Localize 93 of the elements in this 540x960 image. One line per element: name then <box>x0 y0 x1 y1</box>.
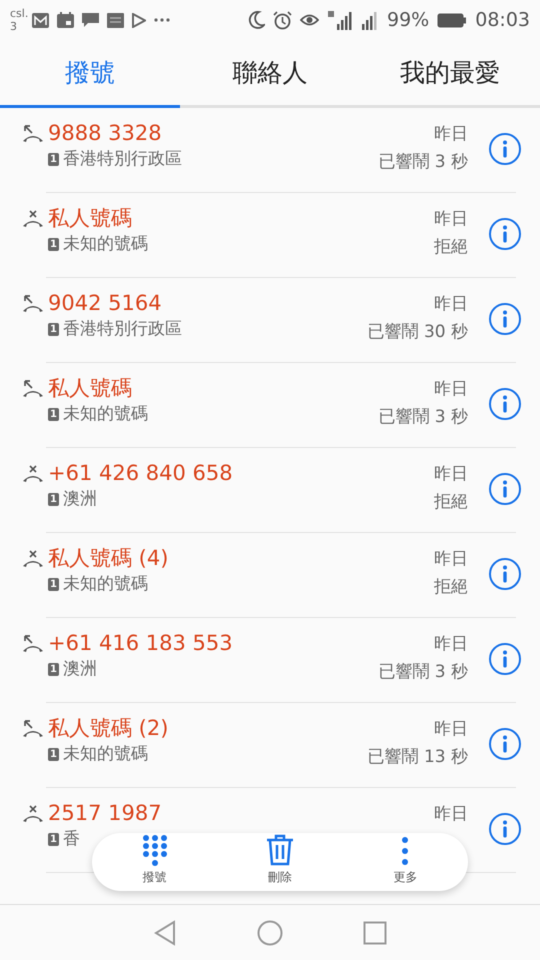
sim-badge: 1 <box>48 832 59 846</box>
sim-badge: 1 <box>48 662 59 676</box>
rejected-call-icon <box>22 210 44 228</box>
info-icon[interactable] <box>488 387 522 421</box>
info-icon[interactable] <box>488 727 522 761</box>
caller-name: +61 416 183 553 <box>48 630 233 656</box>
delete-button[interactable]: 刪除 <box>217 833 343 891</box>
caller-name: 2517 1987 <box>48 800 162 826</box>
tab[interactable]: 聯絡人 <box>180 40 360 108</box>
call-detail: 已響鬧 3 秒 <box>378 661 468 684</box>
caller-location: 澳洲 <box>63 488 97 511</box>
caller-name: 9042 5164 <box>48 290 163 316</box>
tab[interactable]: 撥號 <box>0 40 180 108</box>
call-time: 昨日 <box>433 378 468 401</box>
sim-badge: 1 <box>48 408 59 420</box>
recents-button[interactable] <box>363 920 387 945</box>
caller-location: 香港特別行政區 <box>63 318 182 341</box>
call-detail: 已響鬧 30 秒 <box>368 321 468 344</box>
caller-location: 澳洲 <box>63 658 97 681</box>
trash-icon <box>266 834 294 866</box>
play-store-icon <box>132 12 146 28</box>
home-button[interactable] <box>257 920 283 946</box>
call-detail: 已響鬧 13 秒 <box>368 746 468 769</box>
sim-badge: 1 <box>48 238 59 250</box>
caller-location: 香 <box>63 828 80 851</box>
signal-icon <box>361 10 379 30</box>
alarm-icon <box>273 10 292 30</box>
more-button[interactable]: 更多 <box>342 833 468 891</box>
info-icon[interactable] <box>488 472 522 506</box>
signal-icon <box>327 10 353 30</box>
info-icon[interactable] <box>488 132 522 166</box>
sim-badge: 1 <box>48 152 59 166</box>
message-icon <box>82 12 100 28</box>
more-icon <box>401 836 410 866</box>
news-app-icon <box>107 12 124 28</box>
caller-location: 未知的號碼 <box>63 233 148 256</box>
call-time: 昨日 <box>433 123 468 146</box>
rejected-call-icon <box>22 550 44 568</box>
caller-name: 私人號碼 <box>48 375 133 401</box>
call-time: 昨日 <box>433 718 468 741</box>
home-icon <box>257 920 283 946</box>
moon-icon <box>248 11 265 29</box>
caller-name: 私人號碼 (4) <box>48 545 168 571</box>
caller-name: +61 426 840 658 <box>48 460 233 486</box>
missed-call-icon <box>22 380 44 398</box>
call-detail: 拒絕 <box>434 576 468 599</box>
calendar-icon <box>57 12 74 28</box>
caller-location: 未知的號碼 <box>63 743 148 766</box>
battery-percent: 99% <box>387 8 430 33</box>
call-detail: 拒絕 <box>434 491 468 514</box>
info-icon[interactable] <box>488 812 522 846</box>
carrier-text: 3 <box>10 20 18 33</box>
sim-badge: 1 <box>48 492 59 506</box>
carrier-text: csl. <box>10 7 28 20</box>
caller-name: 私人號碼 (2) <box>48 715 168 741</box>
eye-icon <box>300 13 319 27</box>
back-icon <box>153 920 177 946</box>
recents-icon <box>363 920 387 945</box>
caller-location: 未知的號碼 <box>63 573 148 596</box>
call-detail: 已響鬧 3 秒 <box>378 406 468 429</box>
tab[interactable]: 我的最愛 <box>360 40 540 108</box>
sim-badge: 1 <box>48 322 59 336</box>
caller-location: 未知的號碼 <box>63 403 148 426</box>
missed-call-icon <box>22 720 44 738</box>
info-icon[interactable] <box>488 217 522 251</box>
call-time: 昨日 <box>433 633 468 656</box>
missed-call-icon <box>22 295 44 313</box>
more-notifications-icon <box>154 18 170 22</box>
missed-call-icon <box>22 635 44 653</box>
sim-badge: 1 <box>48 578 59 590</box>
caller-name: 9888 3328 <box>48 120 163 146</box>
rejected-call-icon <box>22 465 44 483</box>
call-detail: 已響鬧 3 秒 <box>378 151 468 174</box>
info-icon[interactable] <box>488 557 522 591</box>
call-time: 昨日 <box>434 208 468 231</box>
back-button[interactable] <box>153 920 177 946</box>
info-icon[interactable] <box>488 302 522 336</box>
call-time: 昨日 <box>433 293 468 316</box>
mail-icon <box>32 12 50 28</box>
missed-call-icon <box>22 125 44 143</box>
clock-time: 08:03 <box>475 8 530 33</box>
call-time: 昨日 <box>434 463 468 486</box>
dialpad-icon <box>142 834 168 866</box>
call-time: 昨日 <box>434 548 468 571</box>
call-time: 昨日 <box>434 803 468 826</box>
caller-location: 香港特別行政區 <box>63 148 182 171</box>
call-detail: 拒絕 <box>434 236 468 259</box>
battery-icon <box>437 12 468 28</box>
dialpad-button[interactable]: 撥號 <box>92 833 218 891</box>
info-icon[interactable] <box>488 642 522 676</box>
sim-badge: 1 <box>48 748 59 760</box>
rejected-call-icon <box>22 805 44 823</box>
caller-name: 私人號碼 <box>48 205 133 231</box>
